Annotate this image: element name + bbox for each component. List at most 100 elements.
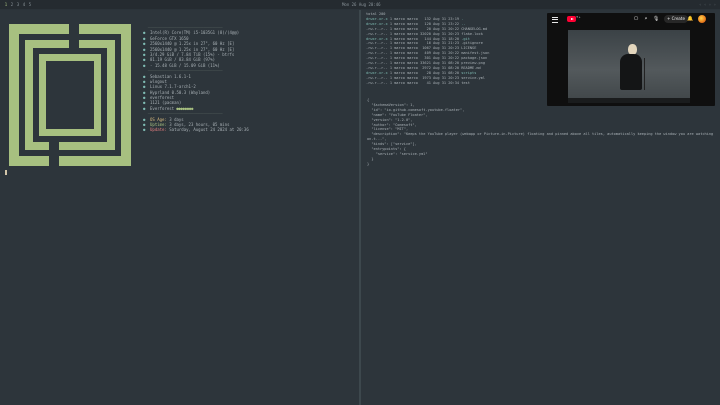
age-label: Uptime:: [150, 122, 170, 128]
ls-size: 41: [420, 80, 434, 85]
create-button[interactable]: + Create: [664, 15, 688, 23]
search-icon[interactable]: ⌕: [643, 16, 649, 22]
ls-owner: 1 marco marco: [389, 75, 421, 80]
video-frame-body: [620, 54, 642, 90]
ls-name: .git: [461, 36, 470, 41]
ls-owner: 1 marco marco: [389, 56, 421, 61]
ls-date: Aug 31 23:22: [433, 21, 462, 26]
video-player[interactable]: [568, 30, 690, 103]
terminal-cursor: [5, 170, 7, 175]
ls-size: 20: [420, 26, 434, 31]
ls-perm: -rw-r--r--: [366, 61, 390, 66]
ls-perm: -rw-r--r--: [366, 75, 390, 80]
ls-size: 16: [420, 41, 434, 46]
ls-name: .: [461, 16, 464, 21]
youtube-header: ⁹⁺ ⎔ ⌕ 🎙 + Create 🔔: [547, 13, 715, 26]
top-bar: 12345 Mon 26 Aug 20:46 ◦ ◦ ◦ ◦: [0, 0, 720, 9]
ls-size: 409: [420, 51, 434, 56]
ls-date: Aug 31 23:19: [433, 16, 462, 21]
ls-name: service.yml: [461, 75, 486, 80]
ls-date: Aug 31 21:23: [433, 41, 462, 46]
ls-name: CHANGELOG.md: [461, 26, 488, 31]
ls-owner: 1 marco marco: [389, 41, 421, 46]
ls-owner: 1 marco marco: [389, 26, 421, 31]
ls-name: preview.png: [461, 61, 486, 66]
ls-date: Aug 31 20:23: [433, 46, 462, 51]
hw-value: 81.19 GiB / 83.84 GiB (97%): [150, 57, 216, 63]
ls-owner: 1 marco marco: [389, 21, 421, 26]
menu-icon[interactable]: [552, 17, 558, 24]
ls-owner: 1 marco marco: [389, 65, 421, 70]
workspace-indicator[interactable]: 12345: [3, 0, 33, 9]
os-value: Everforest: [150, 105, 175, 111]
ls-perm: -rw-r--r--: [366, 56, 390, 61]
ls-name: flake.lock: [461, 31, 483, 36]
youtube-logo-icon[interactable]: [567, 16, 576, 22]
ls-date: Aug 31 20:22: [433, 26, 462, 31]
ls-perm: -rw-r--r--: [366, 31, 390, 36]
ls-owner: 1 marco marco: [389, 31, 421, 36]
hw-value: GeForce GTX 1650: [150, 35, 189, 41]
ls-date: Aug 31 08:20: [433, 65, 462, 70]
video-frame-mic-stand: [644, 58, 645, 90]
manifest-json-output: { "$schemaVersion": 1, "id": "io.github.…: [367, 98, 717, 167]
arch-logo-ascii: [9, 24, 131, 166]
os-value: everforest: [150, 95, 175, 101]
ls-size: 301: [420, 56, 434, 61]
terminal-left[interactable]: ─────────────────────────────── ● Intel(R)…: [0, 10, 359, 405]
age-value: 3 days: [169, 116, 184, 122]
ls-date: Aug 31 08:20: [433, 61, 462, 66]
ls-size: 132: [420, 16, 434, 21]
palette-dots: ●●●●●●●●: [174, 105, 194, 111]
ls-perm: -rw-r--r--: [366, 65, 390, 70]
ls-size: 1067: [420, 46, 434, 51]
system-tray[interactable]: ◦ ◦ ◦ ◦: [699, 0, 716, 9]
ls-row: -rw-r--r-- 1 marco marco 41 Aug 31 20:34…: [366, 81, 489, 86]
hw-value: 2560x1440 @ 1.25x in 27", 60 Hz [E]: [150, 41, 235, 47]
ls-size: 144: [420, 36, 434, 41]
age-glyph-icon: ●: [143, 127, 146, 133]
youtube-floating-window[interactable]: ⁹⁺ ⎔ ⌕ 🎙 + Create 🔔: [547, 13, 715, 106]
ls-name: manifest.json: [461, 51, 490, 56]
ls-owner: 1 marco marco: [389, 70, 421, 75]
fastfetch-output: ─────────────────────────────── ● Intel(R)…: [143, 25, 249, 133]
clock: Mon 26 Aug 20:46: [342, 2, 381, 7]
os-value: Hyprland 0.50.3 (Wayland): [150, 89, 211, 95]
ls-name: LICENSE: [461, 46, 477, 51]
ls-owner: 1 marco marco: [389, 46, 421, 51]
ls-perm: -rw-r--r--: [366, 46, 390, 51]
ls-size: 1973: [420, 75, 434, 80]
ls-date: Aug 31 20:34: [433, 80, 462, 85]
ls-size: 120: [420, 21, 434, 26]
hw-value: - 15.48 GiB / 15.09 GiB (11%): [150, 62, 220, 68]
ls-perm: drwxr-xr-x: [366, 36, 390, 41]
ls-output: total 200 drwxr-xr-x 1 marco marco 132 Au…: [366, 12, 489, 86]
ls-name: README.md: [461, 65, 481, 70]
os-value: Sebastian 1.6.1-1: [150, 73, 191, 79]
ls-date: Aug 31 20:22: [433, 56, 462, 61]
cast-icon[interactable]: ⎔: [633, 16, 639, 22]
json-line: "description": "Keeps the YouTube player…: [367, 132, 716, 142]
age-value: Saturday, August 24 2024 at 20:36: [169, 127, 249, 133]
ls-owner: 1 marco marco: [389, 36, 421, 41]
ls-perm: -rw-r--r--: [366, 26, 390, 31]
ls-perm: -rw-r--r--: [366, 41, 390, 46]
hw-value: 3/4.29 GiB / 7.84 TiB (15%) - btrfs: [150, 51, 235, 57]
os-value: 1121 (pacman): [150, 100, 182, 106]
ls-name: test: [461, 80, 470, 85]
mic-icon[interactable]: 🎙: [653, 16, 659, 22]
ls-owner: 1 marco marco: [389, 61, 421, 66]
ls-size: 32020: [420, 31, 434, 36]
age-label: Update:: [150, 127, 170, 133]
ls-date: Aug 31 20:22: [433, 51, 462, 56]
avatar[interactable]: [698, 15, 706, 23]
ls-perm: drwxr-xr-x: [366, 16, 390, 21]
ls-perm: drwxr-xr-x: [366, 21, 390, 26]
notification-badge: ⁹⁺: [576, 15, 581, 20]
ls-name: scripts: [461, 70, 477, 75]
ls-size: 2972: [420, 65, 434, 70]
ls-name: package.json: [461, 56, 488, 61]
video-frame-floor: [568, 98, 690, 103]
workspace-5[interactable]: 5: [27, 0, 33, 9]
bell-icon[interactable]: 🔔: [687, 16, 693, 22]
